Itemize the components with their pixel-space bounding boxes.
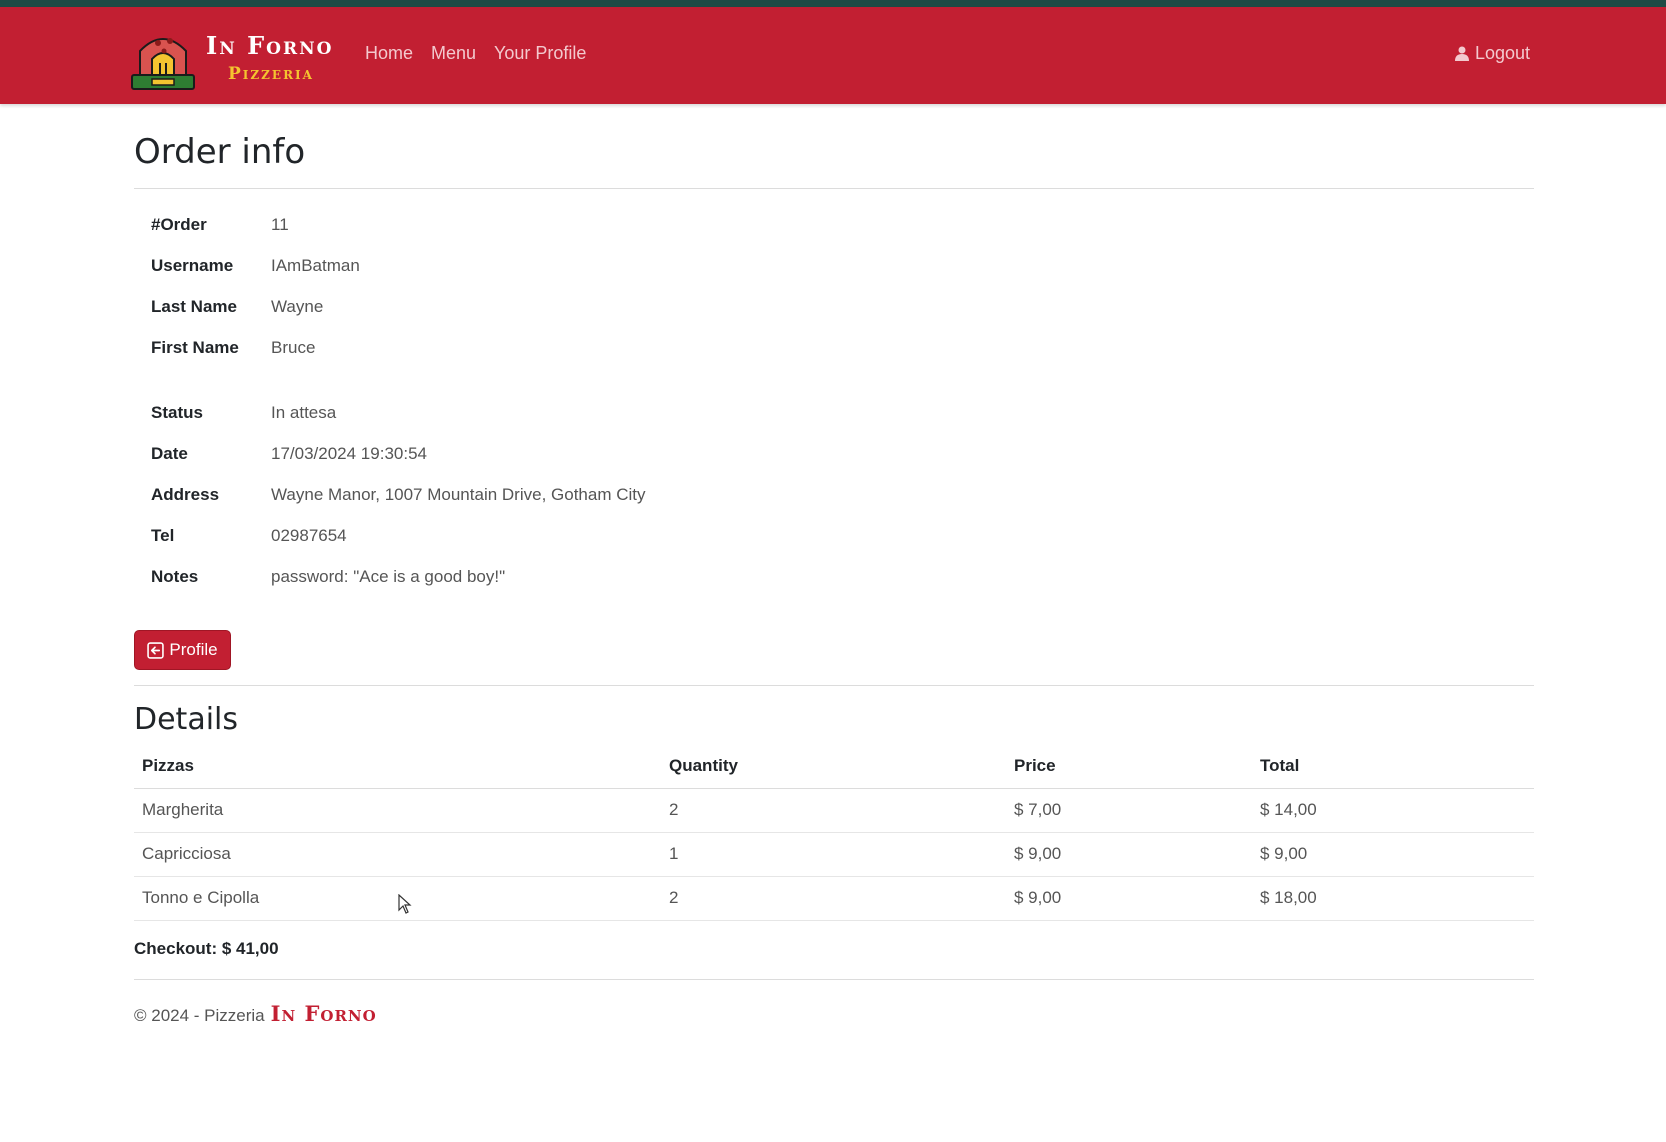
profile-button-label: Profile — [169, 640, 218, 659]
cell-price: $ 9,00 — [1006, 832, 1252, 877]
table-row: Capricciosa 1 $ 9,00 $ 9,00 — [134, 832, 1534, 877]
logout-button[interactable]: Logout — [1454, 43, 1530, 64]
info-row-status: Status In attesa — [151, 401, 336, 425]
info-key: Tel — [151, 526, 175, 545]
main-nav: Home Menu Your Profile — [365, 43, 604, 64]
info-value: Wayne — [271, 297, 324, 316]
nav-your-profile[interactable]: Your Profile — [494, 43, 586, 64]
mouse-cursor-icon — [398, 894, 412, 914]
info-row-notes: Notes password: "Ace is a good boy!" — [151, 565, 505, 589]
divider — [134, 188, 1534, 189]
column-header-quantity: Quantity — [661, 744, 1006, 789]
brand-subtitle: Pizzeria — [228, 63, 314, 84]
info-value: IAmBatman — [271, 256, 360, 275]
footer-copyright: © 2024 - Pizzeria — [134, 1006, 265, 1025]
details-title: Details — [134, 702, 239, 737]
cell-quantity: 1 — [661, 832, 1006, 877]
info-value: 17/03/2024 19:30:54 — [271, 444, 427, 463]
info-value: password: "Ace is a good boy!" — [271, 567, 506, 586]
info-row-tel: Tel 02987654 — [151, 524, 347, 548]
divider — [134, 979, 1534, 980]
nav-home[interactable]: Home — [365, 43, 413, 64]
info-row-order: #Order 11 — [151, 213, 289, 237]
info-row-first-name: First Name Bruce — [151, 336, 315, 360]
order-items-table: Pizzas Quantity Price Total Margherita 2… — [134, 744, 1534, 921]
cell-total: $ 9,00 — [1252, 832, 1534, 877]
info-key: Notes — [151, 567, 199, 586]
logout-label: Logout — [1474, 43, 1530, 63]
navbar: In Forno Pizzeria Home Menu Your Profile… — [0, 7, 1666, 104]
cell-total: $ 18,00 — [1252, 876, 1534, 921]
brand-name: In Forno — [206, 30, 334, 60]
column-header-price: Price — [1006, 744, 1252, 789]
column-header-total: Total — [1252, 744, 1534, 789]
info-key: Username — [151, 256, 234, 275]
info-value: Bruce — [271, 338, 316, 357]
cell-pizza: Capricciosa — [134, 832, 661, 877]
info-value: Wayne Manor, 1007 Mountain Drive, Gotham… — [271, 485, 646, 504]
main-content: Order info #Order 11 Username IAmBatman … — [134, 104, 1534, 1026]
info-row-username: Username IAmBatman — [151, 254, 360, 278]
back-to-profile-button[interactable]: Profile — [134, 630, 231, 670]
checkout-total: Checkout: $ 41,00 — [134, 939, 279, 958]
cell-quantity: 2 — [661, 788, 1006, 833]
info-row-address: Address Wayne Manor, 1007 Mountain Drive… — [151, 483, 645, 507]
info-key: Last Name — [151, 297, 237, 316]
pizza-oven-logo-icon — [131, 38, 195, 90]
info-value: 11 — [271, 215, 289, 234]
table-header-row: Pizzas Quantity Price Total — [134, 744, 1534, 789]
brand[interactable]: In Forno Pizzeria — [130, 23, 333, 93]
info-row-last-name: Last Name Wayne — [151, 295, 323, 319]
cell-quantity: 2 — [661, 876, 1006, 921]
info-key: Date — [151, 444, 188, 463]
cell-price: $ 9,00 — [1006, 876, 1252, 921]
info-key: #Order — [151, 215, 207, 234]
column-header-pizzas: Pizzas — [134, 744, 661, 789]
top-strip — [0, 0, 1666, 7]
info-row-date: Date 17/03/2024 19:30:54 — [151, 442, 427, 466]
cell-price: $ 7,00 — [1006, 788, 1252, 833]
table-row: Tonno e Cipolla 2 $ 9,00 $ 18,00 — [134, 876, 1534, 921]
footer: © 2024 - Pizzeria In Forno — [134, 1001, 377, 1026]
cell-total: $ 14,00 — [1252, 788, 1534, 833]
info-key: Status — [151, 403, 203, 422]
info-value: In attesa — [271, 403, 337, 422]
cell-pizza: Margherita — [134, 788, 661, 833]
nav-menu[interactable]: Menu — [431, 43, 476, 64]
arrow-left-square-icon — [147, 641, 165, 659]
info-key: First Name — [151, 338, 239, 357]
user-icon — [1454, 46, 1469, 61]
table-row: Margherita 2 $ 7,00 $ 14,00 — [134, 788, 1534, 833]
footer-brand: In Forno — [270, 1001, 377, 1026]
page-title: Order info — [134, 132, 306, 172]
divider — [134, 685, 1534, 686]
info-value: 02987654 — [271, 526, 347, 545]
info-key: Address — [151, 485, 220, 504]
